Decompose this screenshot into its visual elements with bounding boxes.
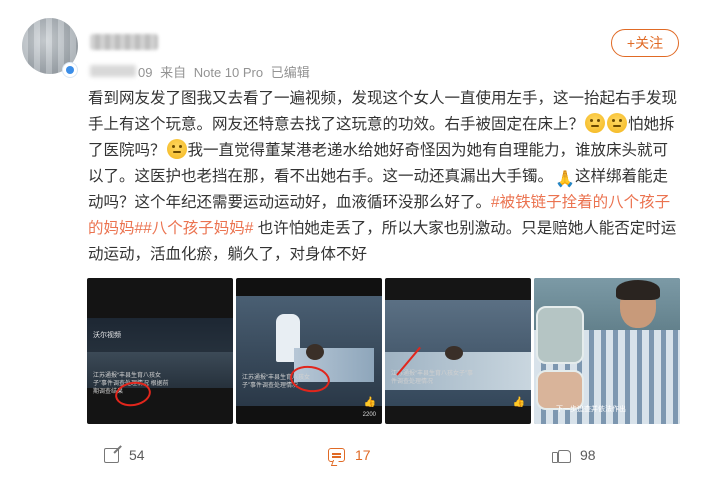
smile-emoji-icon [166,139,187,159]
image-thumbnail-2[interactable]: 江苏通报“丰县生育八孩女子”事件调查处理情况 👍 2200 [236,278,382,424]
image-thumbnail-4[interactable]: 下一步追查并依法作出 [534,278,680,424]
pray-emoji-icon: 🙏 [555,171,575,188]
timestamp-blurred [90,65,136,77]
image-thumbnail-3[interactable]: 江苏通报“丰县生育八孩女子”事件调查处理情况 👍 [385,278,531,424]
like-icon: 👍 [363,397,376,408]
verified-badge-icon [62,62,78,78]
comment-count: 17 [355,447,371,463]
share-icon [104,447,119,463]
like-button[interactable]: 98 [552,440,596,470]
thumbnail-caption: 江苏通报“丰县生育八孩女子”事件调查处理情况 [391,371,473,385]
thumbnail-count: 2200 [362,412,376,418]
edited-label: 已编辑 [270,65,310,80]
share-count: 54 [129,447,145,463]
image-thumbnail-1[interactable]: 沃尔视频 江苏通报“丰县生育八孩女子”事件调查处理情况 根据前期调查结果 [87,278,233,424]
username-blurred[interactable] [90,34,158,50]
thumbnail-caption: 下一步追查并依法作出 [556,406,626,413]
post-text: 看到网友发了图我又去看了一遍视频，发现这个女人一直使用左手，这一抬起右手发现手上… [88,86,682,268]
smile-emoji-icon [585,113,606,133]
hashtag-link[interactable]: #八个孩子妈妈# [143,220,253,237]
like-icon: 👍 [512,397,525,408]
device-name[interactable]: Note 10 Pro [194,65,263,80]
smile-emoji-icon [607,113,628,133]
follow-button[interactable]: +关注 [611,29,679,57]
source-prefix: 来自 [160,65,187,80]
like-count: 98 [580,447,596,463]
post-meta: 09 来自 Note 10 Pro 已编辑 [138,62,314,81]
comment-button[interactable]: 17 [328,440,371,470]
comment-icon [328,448,345,462]
thumbs-up-icon [552,447,571,463]
video-source-label: 沃尔视频 [93,332,121,339]
time-fragment: 09 [138,65,153,80]
share-button[interactable]: 54 [104,440,145,470]
